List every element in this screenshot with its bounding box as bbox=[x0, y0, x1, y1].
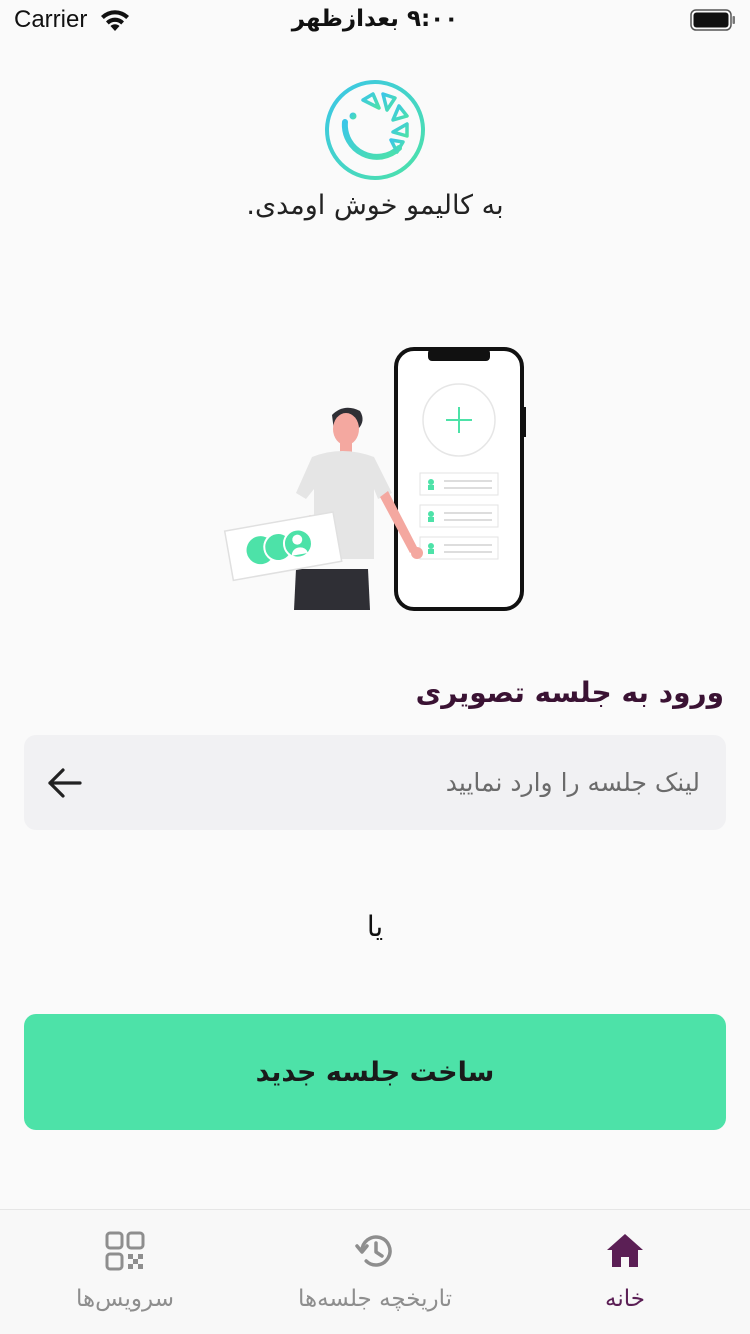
tab-history[interactable]: تاریخچه جلسه‌ها bbox=[250, 1210, 500, 1334]
history-icon bbox=[355, 1235, 392, 1267]
bottom-tab-bar: سرویس‌ها تاریخچه جلسه‌ها خانه bbox=[0, 1209, 750, 1334]
tab-home[interactable]: خانه bbox=[500, 1210, 750, 1334]
tab-home-label: خانه bbox=[605, 1286, 645, 1312]
create-meeting-button[interactable]: ساخت جلسه جدید bbox=[24, 1014, 726, 1130]
home-icon bbox=[607, 1234, 643, 1267]
qr-code-icon bbox=[105, 1231, 145, 1271]
battery-icon bbox=[690, 9, 735, 31]
or-divider-text: یا bbox=[366, 910, 384, 943]
arrow-left-icon[interactable] bbox=[44, 761, 88, 805]
status-bar: Carrier ۹:۰۰ بعدازظهر bbox=[0, 0, 750, 40]
tab-services[interactable]: سرویس‌ها bbox=[0, 1210, 250, 1334]
meeting-link-input[interactable] bbox=[140, 735, 700, 830]
status-time: ۹:۰۰ بعدازظهر bbox=[291, 6, 459, 32]
person-with-phone-illustration bbox=[223, 347, 526, 611]
tab-history-label: تاریخچه جلسه‌ها bbox=[297, 1286, 453, 1312]
join-section-title: ورود به جلسه تصویری bbox=[415, 676, 724, 709]
tab-services-label: سرویس‌ها bbox=[76, 1286, 174, 1312]
welcome-text: به کالیمو خوش اومدی. bbox=[246, 190, 504, 221]
kalimo-logo-icon bbox=[325, 80, 425, 180]
meeting-link-field bbox=[24, 735, 726, 830]
home-screen: Carrier ۹:۰۰ بعدازظهر به کالیمو خوش اومد… bbox=[0, 0, 750, 1334]
